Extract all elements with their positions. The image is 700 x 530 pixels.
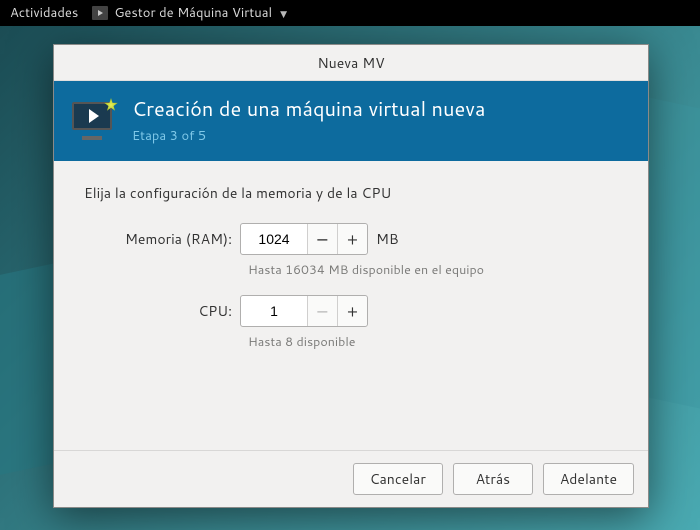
cancel-button[interactable]: Cancelar [353, 463, 443, 495]
memory-decrement-button[interactable]: − [307, 224, 337, 254]
cpu-hint: Hasta 8 disponible [248, 333, 618, 351]
app-menu[interactable]: Gestor de Máquina Virtual ▼ [92, 4, 287, 22]
dialog-title: Nueva MV [54, 45, 648, 81]
config-prompt: Elija la configuración de la memoria y d… [84, 183, 618, 203]
forward-button[interactable]: Adelante [543, 463, 634, 495]
gnome-top-bar: Actividades Gestor de Máquina Virtual ▼ [0, 0, 700, 26]
new-vm-dialog: Nueva MV Creación de una máquina virtual… [53, 44, 649, 508]
chevron-down-icon: ▼ [280, 7, 287, 20]
wizard-content: Elija la configuración de la memoria y d… [54, 161, 648, 450]
cpu-increment-button[interactable]: + [337, 296, 367, 326]
dialog-footer: Cancelar Atrás Adelante [54, 450, 648, 507]
memory-hint: Hasta 16034 MB disponible en el equipo [248, 261, 618, 279]
wizard-title: Creación de una máquina virtual nueva [132, 95, 485, 123]
activities-button[interactable]: Actividades [10, 4, 78, 22]
app-menu-label: Gestor de Máquina Virtual [114, 4, 272, 22]
wizard-step-label: Etapa 3 of 5 [132, 127, 485, 145]
memory-input[interactable] [241, 224, 307, 254]
wizard-banner: Creación de una máquina virtual nueva Et… [54, 81, 648, 161]
cpu-spinbutton[interactable]: − + [240, 295, 368, 327]
cpu-input[interactable] [241, 296, 307, 326]
cpu-label: CPU: [84, 301, 240, 321]
cpu-decrement-button[interactable]: − [307, 296, 337, 326]
memory-increment-button[interactable]: + [337, 224, 367, 254]
memory-row: Memoria (RAM): − + MB [84, 223, 618, 255]
new-vm-icon [72, 100, 116, 140]
virt-manager-icon [92, 6, 108, 20]
cpu-row: CPU: − + [84, 295, 618, 327]
memory-unit: MB [376, 229, 399, 249]
memory-label: Memoria (RAM): [84, 229, 240, 249]
back-button[interactable]: Atrás [453, 463, 533, 495]
memory-spinbutton[interactable]: − + [240, 223, 368, 255]
